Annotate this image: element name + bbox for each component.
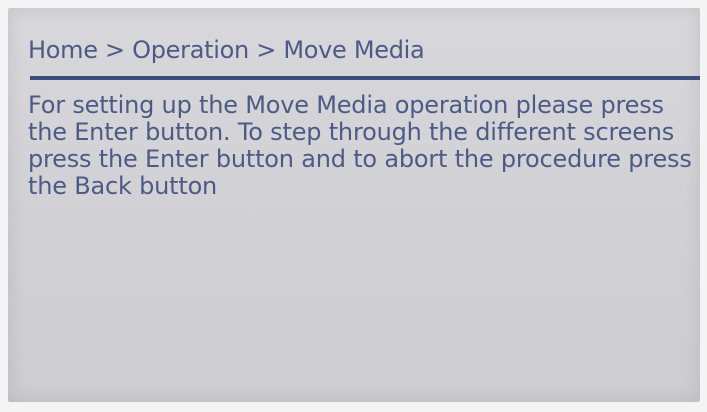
header-divider [30,76,700,80]
instruction-text: For setting up the Move Media operation … [28,91,692,200]
device-bezel: Home > Operation > Move Media For settin… [0,0,707,412]
lcd-screen: Home > Operation > Move Media For settin… [8,8,700,402]
breadcrumb: Home > Operation > Move Media [28,36,425,64]
